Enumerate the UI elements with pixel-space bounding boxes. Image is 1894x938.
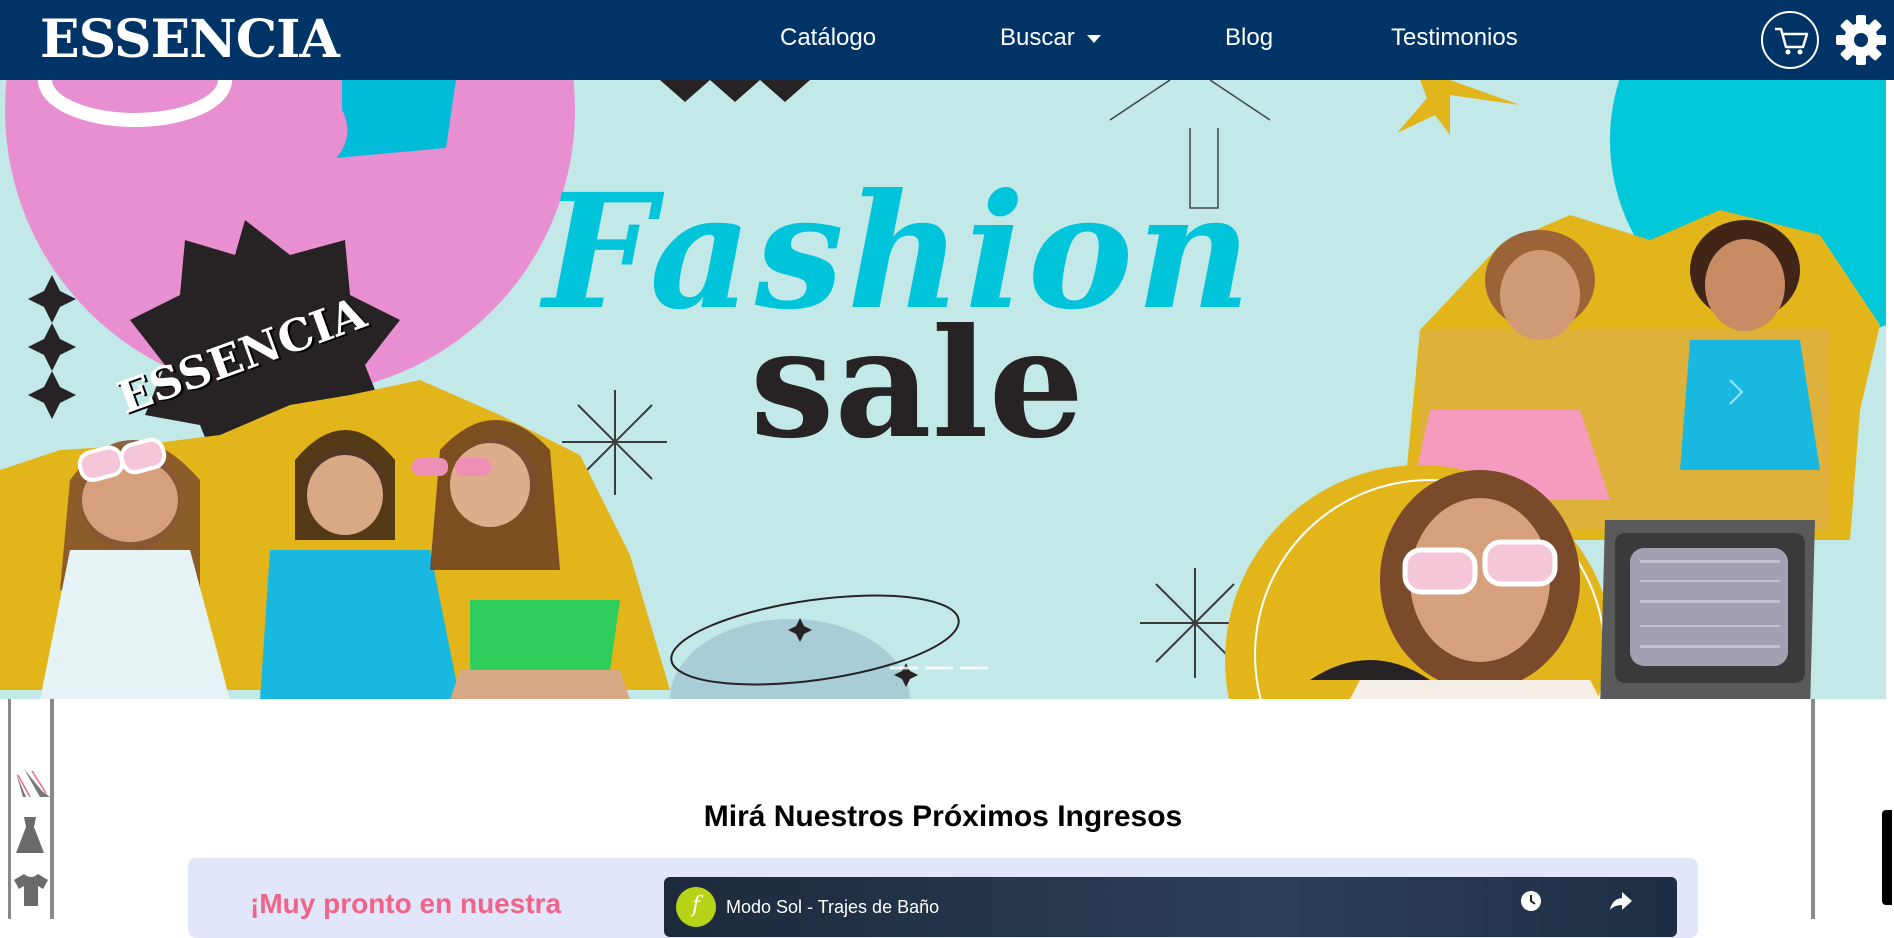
heels-icon[interactable]: [12, 765, 52, 801]
channel-avatar[interactable]: f: [676, 887, 716, 927]
gear-icon[interactable]: [1833, 12, 1889, 68]
nav-link-testimonios[interactable]: Testimonios: [1391, 22, 1518, 54]
cart-icon: [1775, 27, 1809, 55]
brand-logo[interactable]: ESSENCIA: [40, 10, 340, 70]
tshirt-icon[interactable]: [12, 872, 50, 908]
video-title[interactable]: Modo Sol - Trajes de Baño: [726, 897, 939, 918]
watch-later-icon[interactable]: [1519, 889, 1543, 913]
navbar: ESSENCIA Catálogo Buscar Blog Testimonio…: [0, 0, 1894, 80]
promo-text: ¡Muy pronto en nuestra: [250, 888, 562, 919]
caret-down-icon: [1086, 34, 1101, 43]
nav-link-blog[interactable]: Blog: [1225, 22, 1273, 54]
hero-carousel[interactable]: Fashion sale ESSENCIA: [0, 80, 1886, 699]
nav-link-catalogo[interactable]: Catálogo: [780, 22, 876, 54]
nav-dropdown-buscar[interactable]: Buscar: [1000, 22, 1101, 54]
cart-button[interactable]: [1761, 11, 1819, 69]
hero-subheadline: sale: [750, 296, 1085, 472]
section-title: Mirá Nuestros Próximos Ingresos: [703, 800, 1183, 833]
share-icon[interactable]: [1608, 889, 1634, 913]
channel-initial: f: [691, 893, 701, 918]
nav-link-buscar-label: Buscar: [1000, 24, 1075, 51]
